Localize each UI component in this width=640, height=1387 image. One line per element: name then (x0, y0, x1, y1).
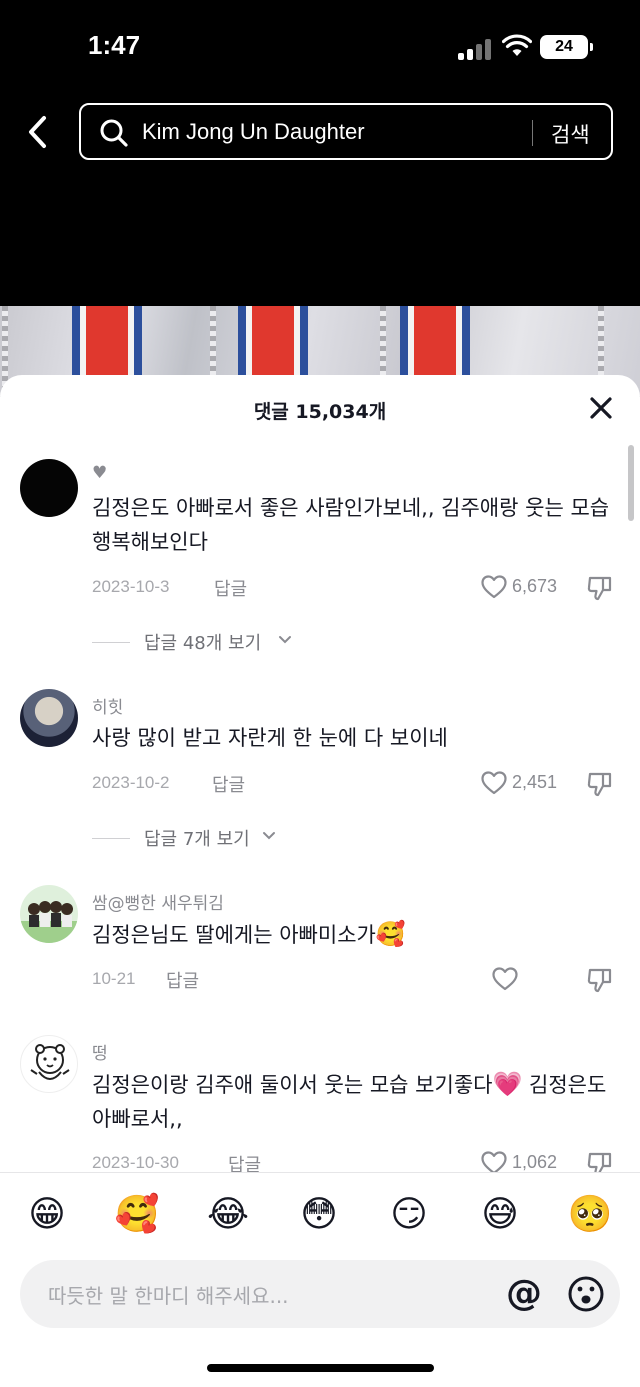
emoji-quick-bar: 😁 🥰 😂 😳 😏 😅 🥺 (0, 1190, 640, 1240)
view-replies-button[interactable]: 답글 48개 보기 (92, 629, 352, 655)
comment-text: 김정은도 아빠로서 좋은 사람인가보네,, 김주애랑 웃는 모습 행복해보인다 (92, 496, 610, 554)
comment-text-body: 김정은님도 딸에게는 아빠미소가 (92, 923, 376, 947)
heart-icon (481, 1151, 507, 1172)
search-button[interactable]: 검색 (551, 119, 590, 149)
divider (0, 1172, 640, 1173)
search-bar[interactable]: Kim Jong Un Daughter 검색 (79, 103, 613, 160)
avatar[interactable] (20, 689, 78, 747)
like-count: 6,673 (512, 576, 558, 596)
dislike-icon[interactable] (586, 770, 614, 798)
view-replies-button[interactable]: 답글 7개 보기 (92, 825, 352, 851)
search-icon (100, 119, 128, 147)
status-time: 1:47 (88, 30, 141, 60)
mention-button[interactable]: @ (504, 1274, 544, 1314)
comment-input-placeholder: 따듯한 말 한마디 해주세요... (48, 1284, 289, 1308)
comment-text-body: 김정은이랑 김주애 둘이서 웃는 모습 보기좋다 (92, 1073, 493, 1097)
dislike-icon[interactable] (586, 1150, 614, 1172)
reply-button[interactable]: 답글 (228, 1151, 261, 1172)
comment-username[interactable]: 히힛 (92, 693, 123, 718)
comment-text: 사랑 많이 받고 자란게 한 눈에 다 보이네 (92, 726, 448, 750)
dislike-icon[interactable] (586, 574, 614, 602)
comment-text: 김정은이랑 김주애 둘이서 웃는 모습 보기좋다💗 김정은도 아빠로서,, (92, 1067, 614, 1136)
chevron-down-icon (263, 832, 275, 840)
smiling-hearts-emoji-button[interactable]: 🥰 (112, 1190, 162, 1240)
flushed-emoji-button[interactable]: 😳 (294, 1190, 344, 1240)
comment-date: 2023-10-30 (92, 1153, 179, 1172)
smiling-hearts-emoji: 🥰 (375, 920, 406, 948)
view-replies-label: 답글 7개 보기 (144, 829, 250, 850)
back-button[interactable] (22, 112, 54, 152)
home-indicator (207, 1364, 434, 1372)
comment-list: ♥ 김정은도 아빠로서 좋은 사람인가보네,, 김주애랑 웃는 모습 행복해보인… (0, 375, 640, 1172)
reply-button[interactable]: 답글 (212, 771, 245, 797)
tears-of-joy-emoji-button[interactable]: 😂 (203, 1190, 253, 1240)
avatar[interactable] (20, 459, 78, 517)
battery-indicator: 24 (540, 35, 593, 59)
like-count: 1,062 (512, 1152, 558, 1172)
comment-input[interactable]: 따듯한 말 한마디 해주세요... @ (20, 1260, 620, 1328)
comment-date: 2023-10-2 (92, 773, 170, 792)
dislike-icon[interactable] (586, 966, 614, 994)
heart-icon (481, 771, 507, 795)
emoji-picker-icon[interactable] (566, 1274, 606, 1314)
cellular-signal-icon (458, 38, 492, 60)
avatar-illustration (20, 901, 78, 943)
comment-username[interactable]: ♥ (92, 463, 107, 483)
comment-date: 2023-10-3 (92, 577, 170, 596)
avatar[interactable] (20, 1035, 78, 1093)
bear-doodle-icon (30, 1044, 70, 1080)
comment-text: 김정은님도 딸에게는 아빠미소가🥰 (92, 917, 614, 952)
comment-date: 10-21 (92, 969, 136, 988)
reply-button[interactable]: 답글 (166, 967, 199, 993)
comment-username[interactable]: 쌈@뻥한 새우튀김 (92, 889, 224, 914)
search-input[interactable]: Kim Jong Un Daughter (142, 119, 365, 145)
smirk-emoji-button[interactable]: 😏 (384, 1190, 434, 1240)
avatar[interactable] (20, 885, 78, 943)
status-bar: 1:47 24 (0, 0, 640, 96)
heart-icon (481, 575, 507, 599)
heart-icon (492, 967, 518, 991)
comment-username[interactable]: 떵 (92, 1039, 108, 1064)
wifi-icon (502, 34, 532, 56)
growing-heart-emoji: 💗 (492, 1070, 523, 1098)
reply-button[interactable]: 답글 (214, 575, 247, 601)
sweat-smile-emoji-button[interactable]: 😅 (475, 1190, 525, 1240)
search-divider (532, 120, 533, 146)
like-count: 2,451 (512, 772, 558, 792)
chevron-down-icon (279, 636, 291, 644)
view-replies-label: 답글 48개 보기 (144, 633, 262, 654)
comment-sheet: 댓글 15,034개 ♥ 김정은도 아빠로서 좋은 사람인가보네,, 김주애랑 … (0, 375, 640, 1387)
pleading-emoji-button[interactable]: 🥺 (565, 1190, 615, 1240)
grinning-emoji-button[interactable]: 😁 (22, 1190, 72, 1240)
